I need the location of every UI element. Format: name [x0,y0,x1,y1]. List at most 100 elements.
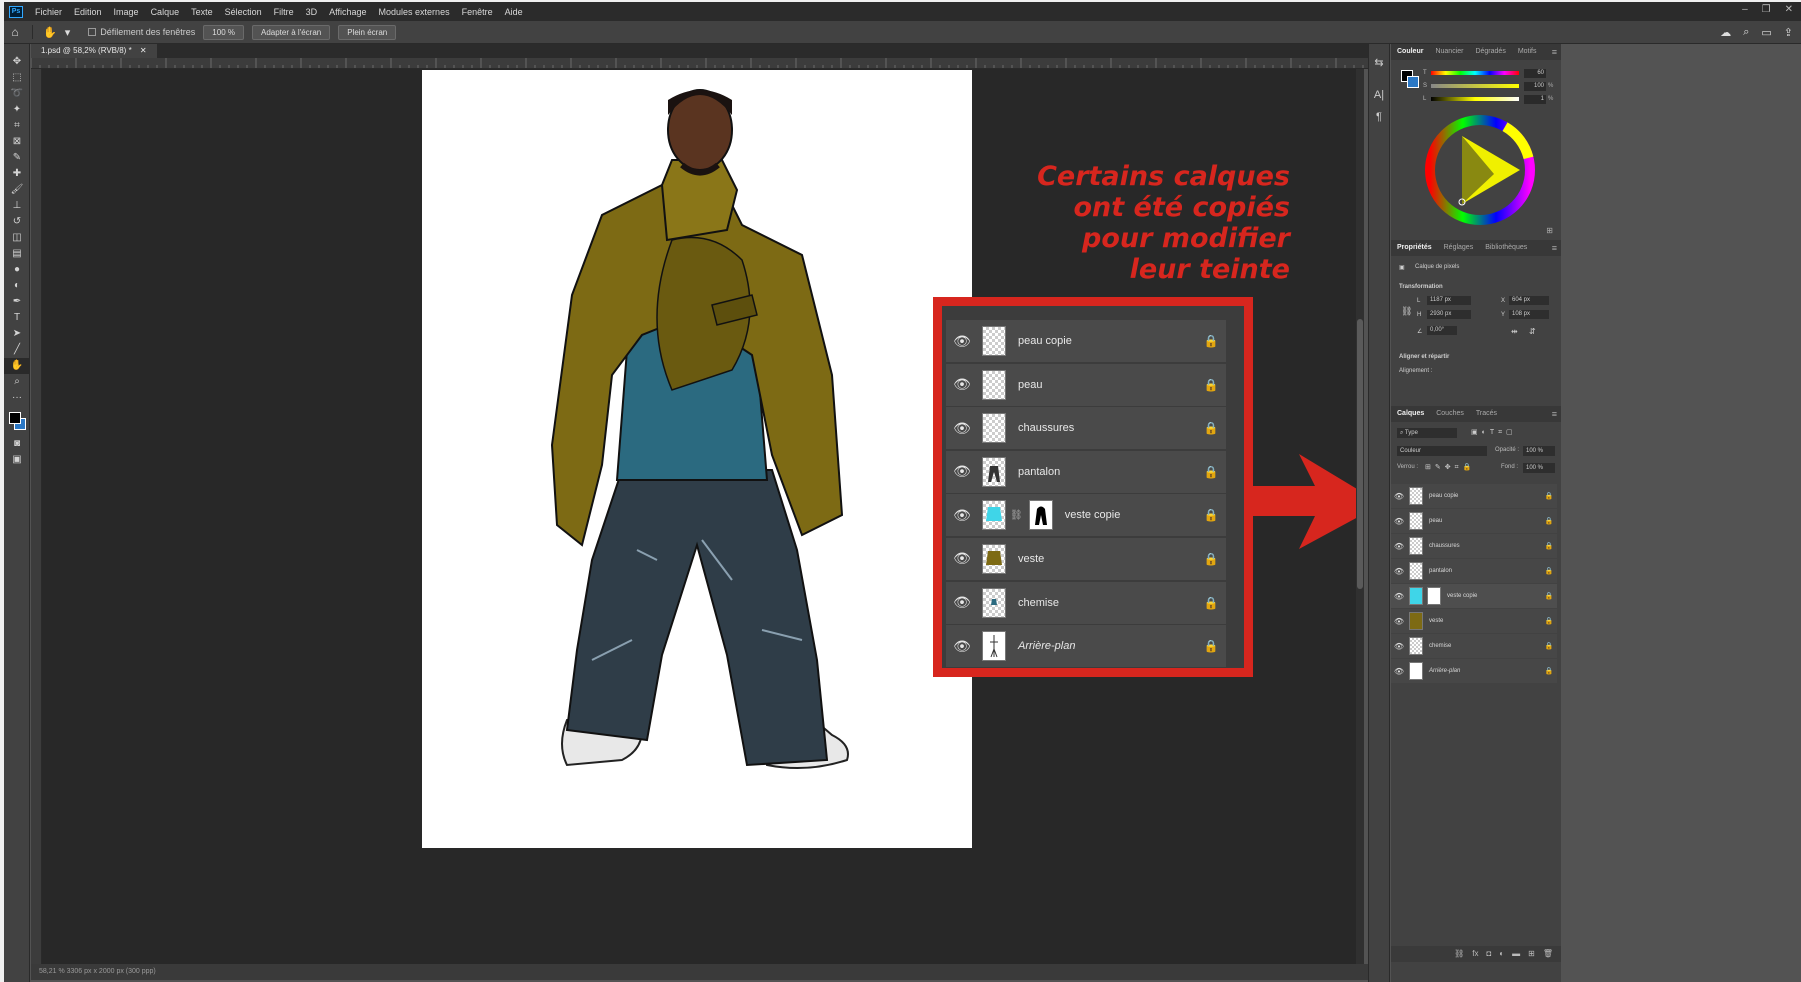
tab-traces[interactable]: Tracés [1470,406,1503,422]
type-tool-icon[interactable]: T [4,310,30,326]
move-tool-icon[interactable]: ✥ [4,54,30,70]
saturation-slider[interactable]: S 100 % [1423,81,1553,91]
lock-icon[interactable]: 🔒 [1541,517,1557,525]
zoomed-layer-row[interactable]: 👁 veste 🔒 [946,537,1226,580]
lock-icon[interactable]: 🔒 [1196,596,1226,610]
chevron-down-icon[interactable]: ▾ [65,26,71,39]
more-tools-icon[interactable]: ··· [4,390,30,406]
new-group-icon[interactable]: ▬ [1512,946,1520,962]
lock-icon[interactable]: 🔒 [1196,639,1226,653]
search-icon[interactable]: ⌕ [1743,26,1749,39]
path-selection-tool-icon[interactable]: ➤ [4,326,30,342]
menu-selection[interactable]: Sélection [219,7,268,17]
home-icon[interactable]: ⌂ [4,25,26,39]
stamp-tool-icon[interactable]: ⊥ [4,198,30,214]
layer-row[interactable]: 👁 pantalon 🔒 [1391,559,1557,583]
eye-icon[interactable]: 👁 [1391,542,1407,551]
panel-menu-icon[interactable]: ≡ [1552,243,1557,253]
tab-couleur[interactable]: Couleur [1391,44,1429,60]
opacity-field[interactable]: 100 % [1523,446,1555,456]
vertical-scrollbar[interactable] [1356,69,1364,964]
link-layers-icon[interactable]: ⛓ [1454,946,1464,962]
lock-icon[interactable]: 🔒 [1196,378,1226,392]
canvas-area[interactable]: Certains calques ont été copiés pour mod… [42,69,1362,964]
fit-screen-button[interactable]: Adapter à l'écran [251,24,331,40]
tab-calques[interactable]: Calques [1391,406,1430,422]
gradient-tool-icon[interactable]: ▤ [4,246,30,262]
layer-row[interactable]: 👁 veste copie 🔒 [1391,584,1557,608]
menu-calque[interactable]: Calque [145,7,186,17]
brush-tool-icon[interactable]: 🖌 [4,182,30,198]
dodge-tool-icon[interactable]: ◐ [4,278,30,294]
scrollbar-thumb[interactable] [1357,319,1363,589]
eye-icon[interactable]: 👁 [1391,642,1407,651]
eye-icon[interactable]: 👁 [946,550,978,567]
healing-tool-icon[interactable]: ✚ [4,166,30,182]
saturation-value[interactable]: 100 [1524,81,1546,91]
lock-icon[interactable]: 🔒 [1196,421,1226,435]
crop-tool-icon[interactable]: ⌗ [4,118,30,134]
lock-icon[interactable]: 🔒 [1541,567,1557,575]
tab-reglages[interactable]: Réglages [1438,240,1480,256]
layer-row[interactable]: 👁 peau 🔒 [1391,509,1557,533]
fill-screen-button[interactable]: Plein écran [338,24,397,40]
frame-tool-icon[interactable]: ⊠ [4,134,30,150]
align-section-title[interactable]: Aligner et répartir [1399,354,1449,360]
layer-filter-select[interactable]: ⌕ Type [1397,428,1457,438]
lock-icon[interactable]: 🔒 [1541,667,1557,675]
eye-icon[interactable]: 👁 [946,507,978,524]
new-layer-icon[interactable]: ⊞ [1528,946,1535,962]
tab-degrades[interactable]: Dégradés [1469,44,1511,60]
layer-filter-icons[interactable]: ▣◐T⌗▢ [1471,428,1517,437]
eye-icon[interactable]: 👁 [946,463,978,480]
hue-bar[interactable] [1431,71,1519,75]
bg-color-swatch[interactable] [1407,76,1419,88]
eye-icon[interactable]: 👁 [1391,592,1407,601]
eye-icon[interactable]: 👁 [1391,517,1407,526]
lightness-value[interactable]: 1 [1524,94,1546,104]
y-field[interactable]: 108 px [1509,310,1549,319]
flip-vertical-icon[interactable]: ⇵ [1529,327,1536,336]
zoomed-layer-row[interactable]: 👁 pantalon 🔒 [946,450,1226,493]
cloud-icon[interactable]: ☁ [1720,26,1731,39]
menu-3d[interactable]: 3D [300,7,324,17]
horizontal-ruler[interactable] [31,58,1368,69]
adjustment-layer-icon[interactable]: ◐ [1499,946,1504,962]
marquee-tool-icon[interactable]: ⬚ [4,70,30,86]
document-tab[interactable]: 1.psd @ 58,2% (RVB/8) * ✕ [31,44,157,58]
tab-bibliotheques[interactable]: Bibliothèques [1479,240,1533,256]
eye-icon[interactable]: 👁 [946,638,978,655]
screen-mode-icon[interactable]: ▣ [4,452,30,468]
layer-row[interactable]: 👁 Arrière-plan 🔒 [1391,659,1557,683]
lock-icon[interactable]: 🔒 [1541,542,1557,550]
transform-section-title[interactable]: Transformation [1399,284,1443,290]
foreground-color-swatch[interactable] [9,412,21,424]
history-brush-tool-icon[interactable]: ↺ [4,214,30,230]
lock-icon[interactable]: 🔒 [1196,552,1226,566]
angle-field[interactable]: 0,00° [1427,326,1457,335]
hue-value[interactable]: 60 [1524,68,1546,78]
menu-aide[interactable]: Aide [499,7,529,17]
vertical-ruler[interactable] [31,69,42,964]
zoomed-layer-row[interactable]: 👁 chaussures 🔒 [946,407,1226,450]
lightness-slider[interactable]: L 1 % [1423,94,1553,104]
x-field[interactable]: 604 px [1509,296,1549,305]
history-icon[interactable]: ⇆ [1369,52,1389,74]
character-icon[interactable]: A| [1369,84,1389,106]
link-dimensions-icon[interactable]: ⛓ [1401,306,1412,317]
lock-icon[interactable]: 🔒 [1541,642,1557,650]
layer-row[interactable]: 👁 peau copie 🔒 [1391,484,1557,508]
fill-field[interactable]: 100 % [1523,463,1555,473]
eraser-tool-icon[interactable]: ◫ [4,230,30,246]
color-swatches[interactable] [4,406,29,436]
delete-layer-icon[interactable]: 🗑 [1543,946,1553,962]
layer-row[interactable]: 👁 chaussures 🔒 [1391,534,1557,558]
layer-row[interactable]: 👁 veste 🔒 [1391,609,1557,633]
zoomed-layer-row[interactable]: 👁 peau copie 🔒 [946,320,1226,362]
eye-icon[interactable]: 👁 [946,420,978,437]
lasso-tool-icon[interactable]: ➰ [4,86,30,102]
eyedropper-tool-icon[interactable]: ✎ [4,150,30,166]
panel-menu-icon[interactable]: ≡ [1552,409,1557,419]
menu-filtre[interactable]: Filtre [268,7,300,17]
menu-fichier[interactable]: Fichier [29,7,68,17]
